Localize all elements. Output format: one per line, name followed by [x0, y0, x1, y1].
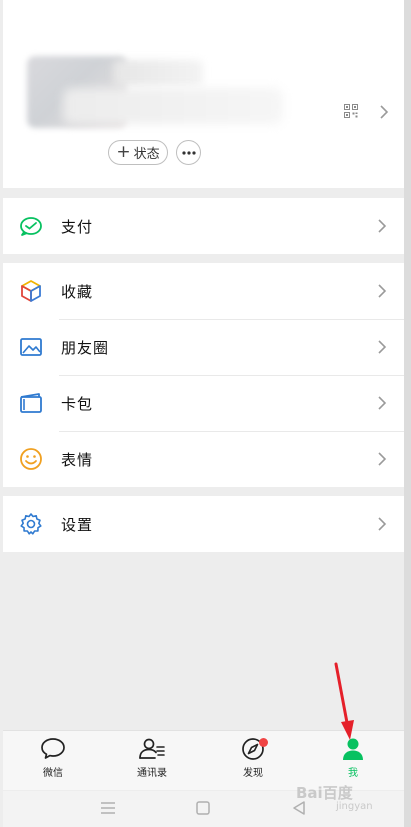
- me-screen: + 状态 支付 收藏 朋友圈 卡包 表情 设置 微信 通讯录 发现 我 Bai百…: [0, 0, 411, 827]
- watermark-subtext: jingyan: [336, 801, 373, 812]
- profile-id-blurred: [63, 88, 283, 124]
- menu-label-pay: 支付: [61, 217, 94, 236]
- image-icon: [20, 338, 42, 356]
- plus-icon: +: [116, 142, 131, 162]
- menu-item-cards[interactable]: 卡包: [3, 375, 404, 431]
- tab-label-me: 我: [348, 768, 358, 779]
- menu-label-favorites: 收藏: [61, 282, 94, 301]
- gear-icon: [20, 513, 42, 535]
- menu-item-stickers[interactable]: 表情: [3, 431, 404, 487]
- profile-name-blurred: [113, 60, 203, 86]
- menu-item-pay[interactable]: 支付: [3, 198, 404, 254]
- qr-code-icon[interactable]: [344, 104, 358, 118]
- menu-item-settings[interactable]: 设置: [3, 496, 404, 552]
- cube-icon: [21, 280, 41, 302]
- chevron-right-icon: [378, 340, 387, 354]
- watermark-text: Bai百度: [296, 784, 353, 802]
- smiley-icon: [20, 448, 42, 470]
- menu-label-stickers: 表情: [61, 450, 94, 469]
- baidu-watermark: Bai百度 jingyan: [296, 782, 373, 812]
- annotation-arrow-icon: [334, 662, 354, 740]
- chevron-right-icon: [378, 396, 387, 410]
- tab-chats[interactable]: 微信: [23, 737, 83, 787]
- tab-label-chats: 微信: [43, 768, 63, 779]
- notification-dot: [259, 738, 268, 747]
- chevron-right-icon: [380, 105, 389, 119]
- chat-bubble-icon: [41, 738, 65, 759]
- status-label: 状态: [133, 147, 160, 162]
- menu-label-cards: 卡包: [61, 394, 94, 413]
- chevron-right-icon: [378, 219, 387, 233]
- tab-contacts[interactable]: 通讯录: [122, 737, 182, 787]
- services-group: 收藏 朋友圈 卡包 表情: [3, 263, 404, 487]
- card-wallet-icon: [20, 393, 42, 413]
- menu-item-moments[interactable]: 朋友圈: [3, 319, 404, 375]
- contacts-icon: [139, 738, 165, 759]
- settings-group: 设置: [3, 496, 404, 552]
- home-icon[interactable]: [196, 801, 210, 815]
- tab-label-discover: 发现: [243, 768, 263, 779]
- add-status-button[interactable]: + 状态: [108, 140, 168, 165]
- menu-icon[interactable]: [100, 801, 116, 815]
- chevron-right-icon: [378, 284, 387, 298]
- wallet-icon: [20, 217, 42, 236]
- chevron-right-icon: [378, 452, 387, 466]
- tab-label-contacts: 通讯录: [137, 768, 167, 779]
- more-status-button[interactable]: [176, 140, 201, 165]
- profile-card[interactable]: + 状态: [3, 0, 404, 188]
- menu-label-moments: 朋友圈: [61, 338, 110, 357]
- menu-item-favorites[interactable]: 收藏: [3, 263, 404, 319]
- pay-group: 支付: [3, 198, 404, 254]
- menu-label-settings: 设置: [61, 515, 94, 534]
- chevron-right-icon: [378, 517, 387, 531]
- screen-edge: [404, 0, 411, 827]
- ellipsis-icon: [181, 150, 196, 155]
- tab-discover[interactable]: 发现: [223, 737, 283, 787]
